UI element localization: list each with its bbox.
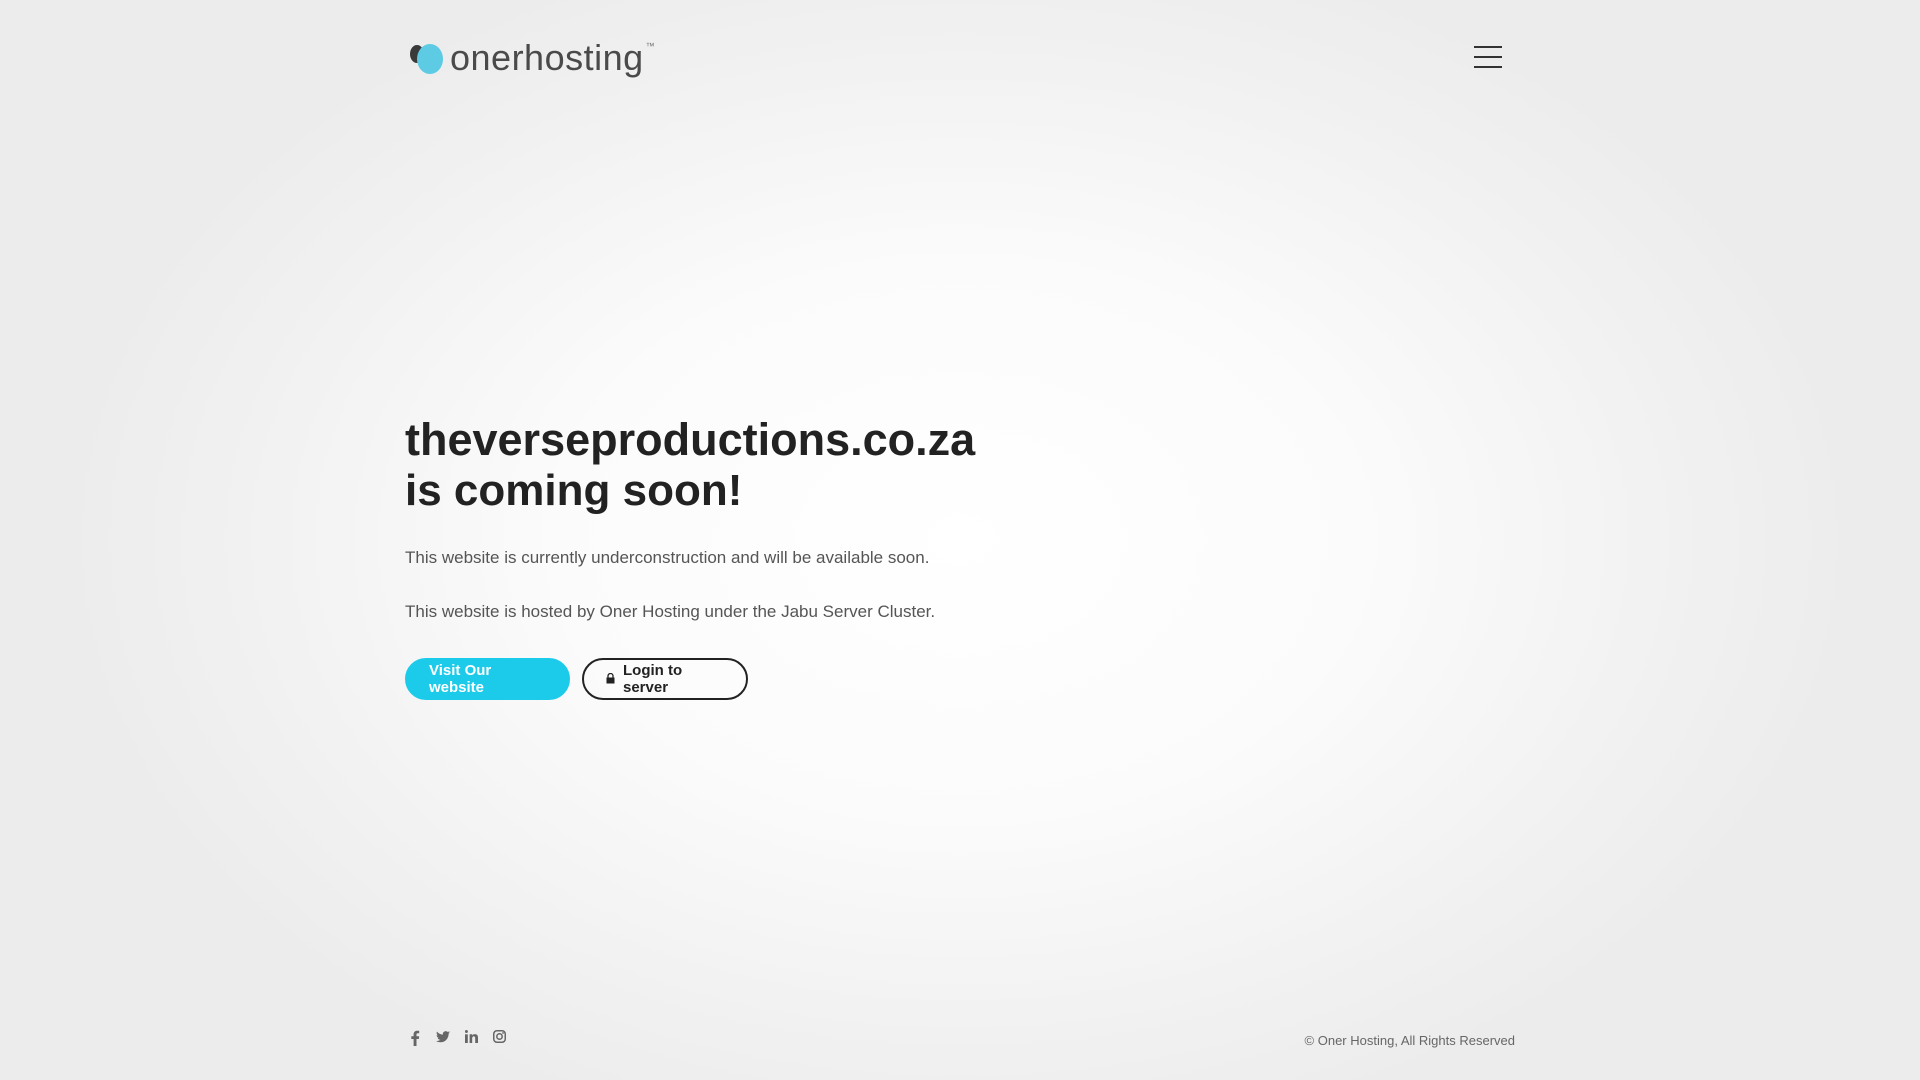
visit-website-button[interactable]: Visit Our website	[405, 658, 570, 700]
logo-drop-icon	[410, 44, 443, 74]
social-links	[408, 1030, 506, 1046]
login-to-server-label: Login to server	[623, 662, 683, 696]
logo-text: onerhosting	[450, 37, 644, 78]
construction-notice: This website is currently underconstruct…	[405, 548, 930, 567]
lock-icon	[606, 671, 615, 688]
hamburger-menu-icon[interactable]	[1474, 46, 1502, 68]
instagram-icon[interactable]	[492, 1030, 506, 1046]
site-logo[interactable]: onerhosting ™	[408, 38, 655, 78]
logo-trademark: ™	[645, 41, 655, 51]
copyright-text: © Oner Hosting, All Rights Reserved	[1304, 1033, 1515, 1048]
facebook-icon[interactable]	[408, 1030, 422, 1046]
hosting-notice: This website is hosted by Oner Hosting u…	[405, 602, 936, 621]
domain-title: theverseproductions.co.za	[405, 414, 976, 465]
twitter-icon[interactable]	[436, 1030, 450, 1046]
action-buttons: Visit Our website Login to server	[405, 658, 748, 700]
login-to-server-button[interactable]: Login to server	[582, 658, 748, 700]
linkedin-icon[interactable]	[464, 1030, 478, 1046]
coming-soon-subtitle: is coming soon!	[405, 466, 743, 515]
visit-website-label: Visit Our website	[429, 662, 492, 696]
hero-section: theverseproductions.co.za is coming soon…	[405, 413, 1205, 621]
